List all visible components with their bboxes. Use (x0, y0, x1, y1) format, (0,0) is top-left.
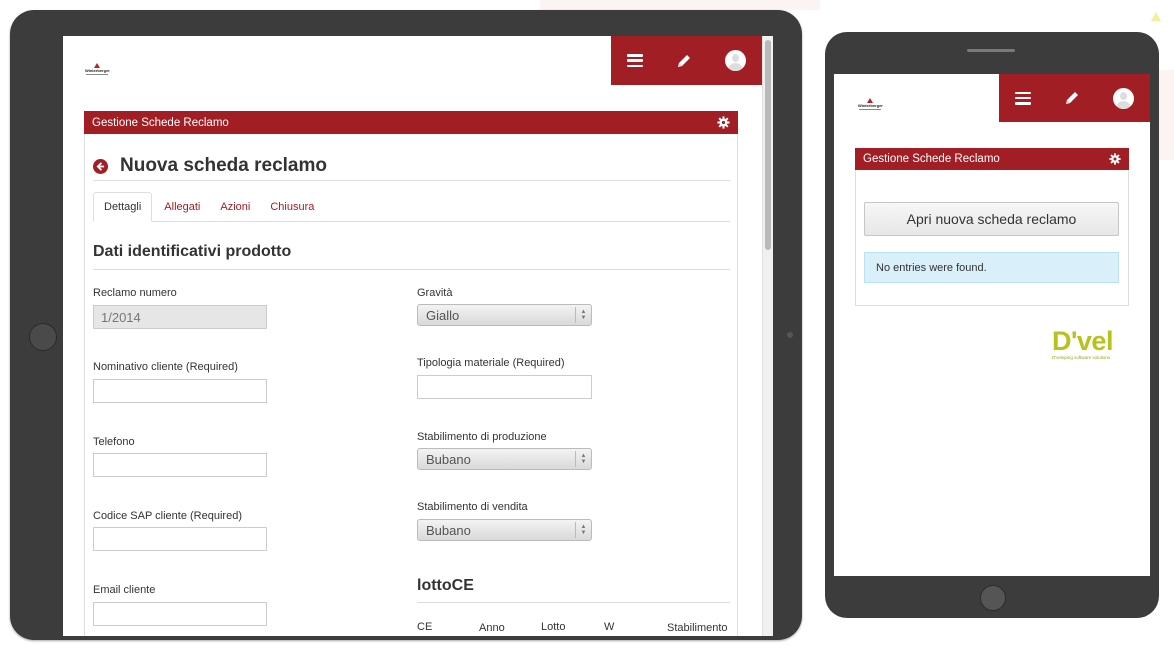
email-cliente-field[interactable] (93, 602, 267, 626)
gravita-select[interactable]: Giallo ▲ ▼ (417, 304, 592, 326)
open-new-complaint-button[interactable]: Apri nuova scheda reclamo (864, 202, 1119, 236)
tablet-screen: Winterberger Gestione Schede Reclamo Nuo… (63, 36, 773, 636)
panel-title: Gestione Schede Reclamo (92, 116, 229, 129)
tab-azioni[interactable]: Azioni (210, 193, 260, 221)
menu-button[interactable] (1015, 91, 1032, 105)
logo-text: Winterberger (858, 103, 883, 108)
pencil-icon (1065, 92, 1078, 104)
page-header: Nuova scheda reclamo (93, 152, 730, 181)
section-divider (417, 602, 730, 603)
avatar-icon (1112, 87, 1134, 109)
tablet-device: Winterberger Gestione Schede Reclamo Nuo… (10, 10, 802, 640)
phone-speaker (967, 49, 1015, 52)
scrollbar[interactable] (762, 36, 773, 636)
stabilimento-produzione-select[interactable]: Bubano ▲ ▼ (417, 448, 592, 470)
phone-home-button[interactable] (980, 585, 1006, 611)
select-arrows-icon: ▲ ▼ (575, 451, 591, 467)
pencil-icon (677, 54, 690, 67)
reclamo-numero-field: 1/2014 (93, 305, 267, 329)
select-value: Bubano (426, 522, 471, 538)
partner-logo-tagline: D'veloping software solutions (1052, 355, 1111, 360)
phone-device: Winterberger Gestione Schede Reclamo Apr… (825, 32, 1159, 618)
back-arrow-icon[interactable] (93, 158, 108, 174)
field-label: Gravità (417, 287, 453, 299)
edit-button[interactable] (676, 53, 692, 69)
phone-screen: Winterberger Gestione Schede Reclamo Apr… (834, 74, 1150, 576)
telefono-field[interactable] (93, 453, 267, 477)
tab-chiusura[interactable]: Chiusura (260, 193, 324, 221)
tablet-camera (787, 332, 793, 338)
tab-bar: Dettagli Allegati Azioni Chiusura (93, 192, 730, 222)
top-nav-bar (611, 36, 762, 85)
brand-logo[interactable]: Winterberger (858, 98, 883, 110)
select-arrows-icon: ▲ ▼ (575, 522, 591, 538)
brand-logo[interactable]: Winterberger (85, 63, 110, 75)
field-label: Nominativo cliente (Required) (93, 361, 238, 373)
empty-state-message: No entries were found. (864, 252, 1119, 283)
tablet-home-button[interactable] (29, 323, 57, 351)
page-title: Nuova scheda reclamo (120, 155, 327, 176)
user-menu-button[interactable] (724, 50, 746, 71)
section-divider (93, 269, 730, 270)
tab-allegati[interactable]: Allegati (154, 193, 210, 221)
codice-sap-field[interactable] (93, 527, 267, 551)
logo-underline (86, 74, 109, 75)
field-label: Codice SAP cliente (Required) (93, 510, 242, 522)
hamburger-icon (1015, 91, 1032, 105)
tab-dettagli[interactable]: Dettagli (93, 192, 153, 222)
lotto-title: lottoCE (417, 577, 474, 594)
section-title: Dati identificativi prodotto (93, 243, 292, 260)
field-label: Tipologia materiale (Required) (417, 357, 565, 369)
panel-header: Gestione Schede Reclamo (855, 148, 1129, 170)
field-label: Stabilimento di vendita (417, 501, 528, 513)
column-header: Anno (479, 622, 505, 634)
select-value: Bubano (426, 451, 471, 467)
field-label: Email cliente (93, 584, 156, 596)
panel-body (855, 170, 1129, 306)
column-header: Stabilimento (667, 622, 728, 634)
panel-title: Gestione Schede Reclamo (863, 153, 1000, 165)
column-header: W (604, 621, 615, 633)
background-watermark (540, 0, 820, 10)
panel-header: Gestione Schede Reclamo (84, 111, 738, 134)
stabilimento-vendita-select[interactable]: Bubano ▲ ▼ (417, 519, 592, 541)
menu-button[interactable] (627, 54, 644, 67)
avatar-icon (724, 50, 746, 71)
partner-logo-word: D'vel (1052, 326, 1113, 356)
gear-icon[interactable] (1109, 153, 1121, 165)
field-label: Stabilimento di produzione (417, 431, 547, 443)
field-label: Reclamo numero (93, 287, 177, 299)
select-arrows-icon: ▲ ▼ (575, 307, 591, 323)
column-header: Lotto (541, 621, 566, 633)
tipologia-materiale-field[interactable] (417, 375, 592, 399)
logo-text: Winterberger (85, 68, 110, 73)
user-menu-button[interactable] (1112, 87, 1134, 109)
partner-logo: D'vel D'veloping software solutions (1052, 326, 1113, 361)
hamburger-icon (627, 54, 644, 67)
column-header: CE (417, 621, 433, 633)
gear-icon[interactable] (717, 116, 730, 129)
top-nav-bar (999, 74, 1150, 122)
select-value: Giallo (426, 307, 460, 323)
field-label: Telefono (93, 436, 135, 448)
logo-underline (859, 109, 882, 110)
nominativo-cliente-field[interactable] (93, 379, 267, 403)
scrollbar-thumb[interactable] (765, 40, 771, 250)
background-accent (1151, 12, 1161, 21)
edit-button[interactable] (1064, 90, 1080, 106)
